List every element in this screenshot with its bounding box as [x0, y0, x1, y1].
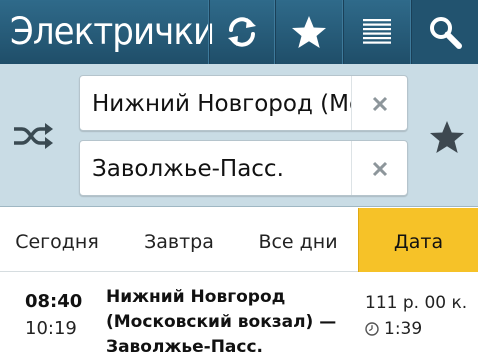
arrival-time: 10:19 [25, 318, 77, 339]
favorites-button[interactable] [274, 0, 342, 64]
train-list-item[interactable]: 08:40 10:19 Нижний Новгород (Московский … [0, 273, 478, 357]
to-station-input[interactable]: Заволжье-Пасс. [92, 141, 351, 195]
tab-date[interactable]: Дата [358, 208, 478, 272]
shuffle-icon [14, 123, 53, 149]
app-header: Электрички [0, 0, 478, 64]
list-button[interactable] [342, 0, 410, 64]
route-panel: Нижний Новгород (Мо Заволжье-Пасс. [0, 64, 478, 207]
refresh-icon [227, 17, 256, 47]
tab-tomorrow[interactable]: Завтра [120, 208, 238, 272]
add-favorite-route-button[interactable] [426, 116, 468, 158]
from-station-field[interactable]: Нижний Новгород (Мо [79, 75, 408, 131]
clear-from-button[interactable] [351, 76, 407, 130]
departure-time: 08:40 [25, 291, 83, 312]
date-tabs: Сегодня Завтра Все дни Дата [0, 208, 478, 272]
ticket-price: 111 р. 00 к. [365, 293, 468, 313]
star-icon [291, 16, 326, 48]
from-station-input[interactable]: Нижний Новгород (Мо [92, 76, 351, 130]
search-button[interactable] [410, 0, 478, 64]
tab-all-days[interactable]: Все дни [238, 208, 358, 272]
tab-today[interactable]: Сегодня [0, 208, 114, 272]
clear-to-button[interactable] [351, 141, 407, 195]
swap-stations-button[interactable] [10, 116, 56, 156]
to-station-field[interactable]: Заволжье-Пасс. [79, 140, 408, 196]
search-icon [429, 17, 462, 49]
close-icon [372, 96, 387, 112]
close-icon [372, 161, 387, 177]
trip-duration: 1:39 [365, 319, 422, 339]
star-icon [430, 121, 464, 153]
clock-icon [365, 322, 379, 336]
refresh-button[interactable] [208, 0, 274, 64]
duration-value: 1:39 [384, 319, 423, 339]
app-title: Электрички [10, 10, 215, 53]
train-route: Нижний Новгород (Московский вокзал) — За… [106, 287, 337, 357]
list-icon [362, 19, 391, 44]
